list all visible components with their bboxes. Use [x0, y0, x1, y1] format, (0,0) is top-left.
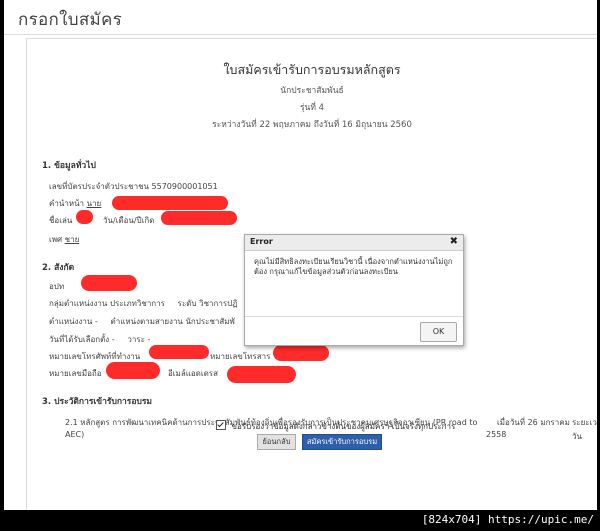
position-value: - — [94, 317, 98, 326]
course-description-cont: AEC) — [65, 430, 85, 439]
birthdate-label: วัน/เดือน/ปีเกิด — [103, 216, 155, 225]
id-card-row: เลขที่บัตรประจำตัวประชาชน 5570900001051 — [49, 180, 218, 193]
prefix-value: นาย — [86, 199, 102, 208]
line-position-value: นักประชาสัมพั — [185, 317, 235, 326]
redaction-name — [112, 196, 228, 210]
watermark-text: [824x704] https://upic.me/ — [421, 513, 594, 526]
error-dialog-footer: OK — [245, 316, 463, 345]
back-button[interactable]: ย้อนกลับ — [257, 434, 296, 450]
watermark-bar: [824x704] https://upic.me/ — [0, 510, 600, 531]
job-group-row: กลุ่มตำแหน่งงาน ประเภทวิชาการ ระดับ วิชา… — [49, 297, 238, 310]
term-label: วาระ — [127, 335, 145, 344]
redaction-email — [227, 366, 296, 383]
error-dialog-header: Error ✖ — [245, 235, 463, 251]
course-year: 2558 — [486, 430, 507, 439]
error-dialog: Error ✖ คุณไม่มีสิทธิลงทะเบียนเรียนวิชาน… — [244, 234, 464, 346]
mobile-label: หมายเลขมือถือ — [49, 369, 102, 378]
submit-application-button[interactable]: สมัครเข้ารับการอบรม — [302, 434, 382, 450]
batch-number: รุ่นที่ 4 — [299, 103, 325, 113]
section-general-info-heading: 1. ข้อมูลทั่วไป — [42, 161, 96, 171]
elected-date-value: - — [111, 335, 115, 344]
fax-label: หมายเลขโทรสาร — [210, 352, 271, 361]
gender-value: ชาย — [64, 235, 80, 244]
prefix-row: คำนำหน้า นาย — [49, 197, 101, 210]
prefix-label: คำนำหน้า — [49, 199, 85, 208]
position-label: ตำแหน่งงาน — [49, 317, 93, 326]
form-title: ใบสมัครเข้ารับการอบรมหลักสูตร — [223, 62, 401, 77]
redaction-birthdate — [161, 211, 237, 225]
position-row: ตำแหน่งงาน - ตำแหน่งตามสายงาน นักประชาสั… — [49, 315, 235, 328]
redaction-nickname — [76, 210, 93, 224]
gender-row: เพศ ชาย — [49, 233, 79, 246]
id-card-value: 5570900001051 — [151, 182, 218, 191]
level-label: ระดับ — [177, 299, 197, 308]
course-duration-label: ระยะเว — [572, 418, 597, 427]
org-label: อปท — [49, 282, 65, 291]
error-dialog-title: Error — [250, 237, 273, 246]
level-value: วิชาการปฏิ — [199, 299, 238, 308]
course-date: เมื่อวันที่ 26 มกราคม — [497, 418, 570, 427]
section-affiliation-heading: 2. สังกัด — [42, 263, 75, 273]
term-value: - — [147, 335, 151, 344]
close-icon[interactable]: ✖ — [450, 236, 458, 247]
section-training-history-heading: 3. ประวัติการเข้ารับการอบรม — [42, 397, 153, 407]
elected-date-label: วันที่ได้รับเลือกตั้ง — [49, 335, 110, 344]
job-group-label: กลุ่มตำแหน่งงาน — [49, 299, 108, 308]
line-position-label: ตำแหน่งตามสายงาน — [110, 317, 183, 326]
consent-label: ขอรับรองว่าข้อมูลดังกล่าวข้างต้นของผู้สม… — [231, 422, 456, 431]
program-name: นักประชาสัมพันธ์ — [280, 86, 344, 96]
redaction-org — [81, 275, 137, 291]
redaction-fax — [273, 345, 329, 361]
job-group-value: ประเภทวิชาการ — [109, 299, 165, 308]
error-message: คุณไม่มีสิทธิลงทะเบียนเรียนวิชานี้ เนื่อ… — [254, 257, 453, 276]
gender-label: เพศ — [49, 235, 63, 244]
email-label: อีเมล์แอดเดรส — [168, 369, 218, 378]
redaction-work-phone — [149, 345, 209, 359]
id-card-label: เลขที่บัตรประจำตัวประชาชน — [49, 182, 149, 191]
consent-row: ขอรับรองว่าข้อมูลดังกล่าวข้างต้นของผู้สม… — [216, 420, 455, 433]
training-period: ระหว่างวันที่ 22 พฤษภาคม ถึงวันที่ 16 มิ… — [212, 120, 412, 130]
nickname-label: ชื่อเล่น — [49, 216, 73, 225]
course-duration-unit: วัน — [572, 432, 582, 441]
page-title: กรอกใบสมัคร — [18, 10, 123, 30]
election-row: วันที่ได้รับเลือกตั้ง - วาระ - — [49, 333, 150, 346]
redaction-mobile — [106, 362, 160, 379]
consent-checkbox[interactable] — [216, 420, 226, 430]
page-header: กรอกใบสมัคร — [4, 0, 597, 35]
app-window: กรอกใบสมัคร ใบสมัครเข้ารับการอบรมหลักสูต… — [4, 0, 597, 510]
ok-button[interactable]: OK — [420, 322, 457, 342]
